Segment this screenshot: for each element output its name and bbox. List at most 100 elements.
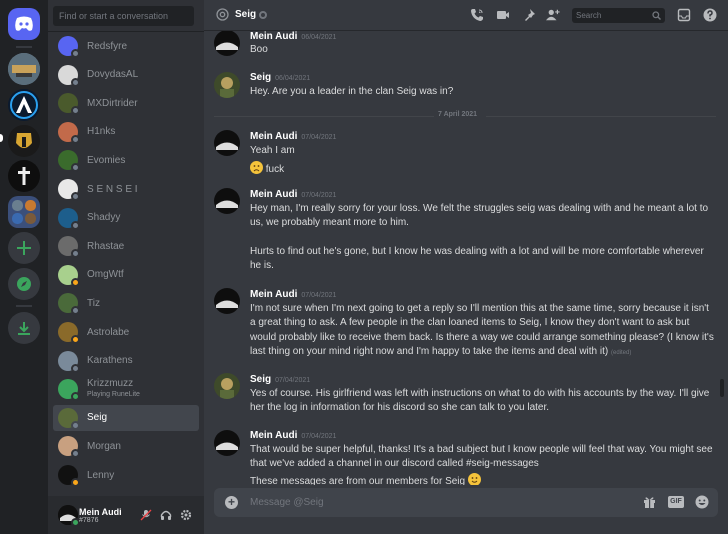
scrollbar-thumb[interactable] <box>720 379 724 397</box>
server-rail <box>0 0 48 534</box>
inbox-icon[interactable] <box>677 8 691 22</box>
dm-name: DovydasAL <box>87 69 139 81</box>
dm-name: Evomies <box>87 154 126 166</box>
edited-label: (edited) <box>611 349 632 356</box>
status-indicator <box>71 335 80 344</box>
avatar <box>58 179 80 201</box>
gif-button[interactable]: GIF <box>668 496 684 508</box>
status-indicator <box>71 277 80 287</box>
dm-name: Morgan <box>87 440 121 452</box>
upload-plus-button[interactable]: + <box>225 496 238 509</box>
dm-item[interactable]: H1nks <box>53 119 199 145</box>
dm-text: Rhastae <box>87 241 124 252</box>
dm-name: S E N S E I <box>87 183 138 195</box>
rail-separator <box>16 305 32 307</box>
dm-item[interactable]: Rhastae <box>53 233 199 259</box>
avatar[interactable] <box>214 288 240 314</box>
pin-icon[interactable] <box>522 8 536 22</box>
dm-item[interactable]: Tiz <box>53 290 199 316</box>
dm-item[interactable]: Shadyy <box>53 205 199 231</box>
message-input[interactable]: Message @Seig <box>250 497 324 508</box>
server-icon[interactable] <box>8 53 40 85</box>
status-indicator <box>71 163 80 173</box>
avatar[interactable] <box>214 72 240 98</box>
server-icon[interactable] <box>8 125 40 157</box>
dm-name: Karathens <box>87 355 133 367</box>
gift-icon[interactable] <box>643 495 656 509</box>
server-folder[interactable] <box>8 196 40 228</box>
find-conversation-input[interactable]: Find or start a conversation <box>53 6 194 26</box>
avatar[interactable] <box>214 430 240 456</box>
message-timestamp: 07/04/2021 <box>275 377 311 384</box>
dm-item[interactable]: Redsfyre <box>53 33 199 59</box>
message-text: fuck <box>250 161 716 177</box>
dm-name: MXDirtrider <box>87 97 138 109</box>
download-apps-button[interactable] <box>8 312 40 344</box>
avatar[interactable] <box>58 505 80 527</box>
avatar <box>58 64 80 87</box>
dm-item[interactable]: Seig <box>53 404 199 431</box>
dm-item[interactable]: Karathens <box>53 348 199 374</box>
dm-name: Seig <box>87 412 108 424</box>
dm-text: Shadyy <box>87 212 120 223</box>
avatar[interactable] <box>214 130 240 156</box>
emoji-picker-icon[interactable] <box>695 495 709 509</box>
dm-text: S E N S E I <box>87 184 138 195</box>
avatar[interactable] <box>214 373 240 399</box>
message-author[interactable]: Mein Audi 07/04/2021 <box>250 289 336 300</box>
message-author[interactable]: Seig 07/04/2021 <box>250 374 310 385</box>
help-icon[interactable] <box>703 8 717 22</box>
avatar <box>58 293 80 316</box>
dm-item[interactable]: Astrolabe <box>53 319 199 345</box>
add-server-button[interactable] <box>8 232 40 264</box>
search-placeholder: Search <box>576 11 602 20</box>
message-author[interactable]: Mein Audi 07/04/2021 <box>250 189 336 200</box>
date-divider-line <box>486 116 716 117</box>
message-timestamp: 06/04/2021 <box>301 34 337 41</box>
dm-item[interactable]: DovydasAL <box>53 62 199 88</box>
avatar[interactable] <box>214 31 240 56</box>
mute-microphone-icon[interactable] <box>140 509 152 521</box>
dm-text: Krizzmuzz Playing RuneLite <box>87 378 140 400</box>
status-indicator <box>71 392 80 402</box>
video-call-icon[interactable] <box>496 8 510 22</box>
message-text-line: fuck <box>265 164 285 175</box>
message-timestamp: 07/04/2021 <box>301 292 337 299</box>
status-indicator <box>71 306 80 316</box>
message-author[interactable]: Mein Audi 07/04/2021 <box>250 131 336 142</box>
dm-item[interactable]: OmgWtf <box>53 262 199 288</box>
dm-sidebar: Find or start a conversation Redsfyre Dov… <box>48 0 204 534</box>
message-author[interactable]: Seig 06/04/2021 <box>250 72 310 83</box>
message-author[interactable]: Mein Audi 07/04/2021 <box>250 430 336 441</box>
dm-text: Astrolabe <box>87 327 129 338</box>
status-indicator <box>71 478 80 487</box>
message-author[interactable]: Mein Audi 06/04/2021 <box>250 31 336 42</box>
avatar <box>58 264 80 287</box>
settings-gear-icon[interactable] <box>180 509 192 521</box>
explore-servers-button[interactable] <box>8 268 40 300</box>
message-text: Yeah I am <box>250 145 295 156</box>
sad-face-emoji-icon <box>250 161 263 174</box>
message-text: Hey man, I'm really sorry for your loss.… <box>250 203 709 229</box>
dm-text: H1nks <box>87 126 115 137</box>
voice-call-icon[interactable] <box>470 8 484 22</box>
avatar <box>58 407 80 430</box>
dm-name: Rhastae <box>87 240 125 252</box>
server-icon[interactable] <box>8 89 40 121</box>
headphones-icon[interactable] <box>160 509 172 521</box>
dm-item[interactable]: Evomies <box>53 147 199 173</box>
dm-item[interactable]: Lenny <box>53 462 199 488</box>
plus-icon <box>17 241 31 255</box>
home-button[interactable] <box>8 8 40 40</box>
search-input[interactable]: Search <box>572 8 665 23</box>
dm-item[interactable]: S E N S E I <box>53 176 199 202</box>
avatar[interactable] <box>214 188 240 214</box>
add-friend-icon[interactable] <box>546 8 560 22</box>
server-icon[interactable] <box>8 160 40 192</box>
dm-item[interactable]: Krizzmuzz Playing RuneLite <box>53 376 199 402</box>
dm-item[interactable]: Morgan <box>53 433 199 459</box>
divider <box>48 31 204 32</box>
dm-item[interactable]: MXDirtrider <box>53 90 199 116</box>
avatar <box>58 350 80 373</box>
dm-name: H1nks <box>87 126 116 138</box>
